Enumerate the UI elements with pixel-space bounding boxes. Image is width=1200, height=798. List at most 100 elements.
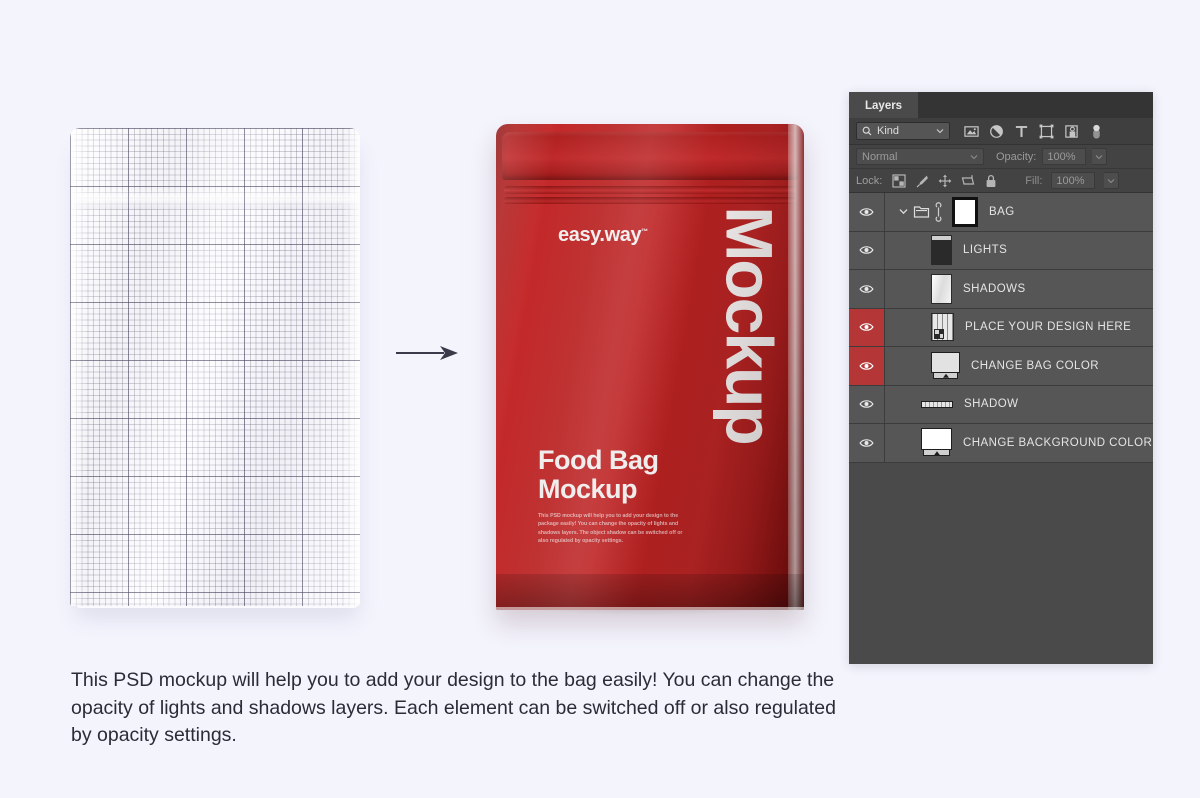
chevron-down-icon [1108,178,1115,183]
eye-icon [859,400,874,409]
bag-body: easy.way™ Mockup Food Bag Mockup This PS… [496,124,804,610]
layer-visibility-toggle[interactable] [849,193,885,231]
table-row[interactable]: SHADOW [849,385,1153,424]
layer-thumbnail-cell [885,196,978,227]
bag-logo-trademark: ™ [641,228,649,236]
filter-kind-label: Kind [877,125,900,137]
pixel-layer-filter-icon[interactable] [964,124,979,139]
template-bag-left-edge [70,128,86,606]
table-row[interactable]: SHADOWS [849,270,1153,309]
adjustment-layer-filter-icon[interactable] [989,124,1004,139]
tab-layers[interactable]: Layers [849,92,919,118]
shadows-thumbnail[interactable] [931,273,952,304]
eye-icon [859,438,874,447]
layer-thumbnail-cell [885,273,952,304]
opacity-stepper[interactable] [1092,148,1108,165]
layer-thumbnail-cell [885,400,953,408]
lock-image-pixels-icon[interactable] [915,174,929,188]
group-expand-chevron[interactable] [897,208,909,215]
template-bag-surface [70,128,360,606]
chevron-down-icon [936,129,944,134]
layer-name: SHADOW [964,398,1019,411]
panel-tab-empty-area [918,92,1153,118]
bag-zipper-upper [504,186,796,194]
folder-icon [913,206,930,218]
fill-stepper[interactable] [1104,172,1120,189]
type-layer-filter-icon[interactable] [1014,124,1029,139]
lock-transparent-pixels-icon[interactable] [892,173,906,188]
layer-name: CHANGE BAG COLOR [971,359,1099,372]
blend-mode-value: Normal [862,150,898,163]
smart-object-grid-thumbnail[interactable] [931,313,954,342]
layer-visibility-toggle[interactable] [849,270,885,308]
layer-thumbnail-cell [885,313,954,342]
smart-object-filter-icon[interactable] [1064,124,1079,139]
bag-zipper-lower [504,197,796,204]
table-row[interactable]: CHANGE BAG COLOR [849,347,1153,386]
opacity-input[interactable]: 100% [1042,148,1087,165]
eye-icon [859,284,874,293]
layer-mask-thumbnail[interactable] [952,196,978,227]
filter-kind-select[interactable]: Kind [856,122,950,140]
chevron-down-icon [970,154,978,159]
shape-layer-filter-icon[interactable] [1039,124,1054,139]
bag-logo: easy.way™ [558,224,648,247]
lock-label: Lock: [856,174,883,187]
eye-icon [859,361,874,370]
table-row[interactable]: PLACE YOUR DESIGN HERE [849,308,1153,347]
transform-arrow [396,345,458,361]
layer-visibility-toggle[interactable] [849,308,885,346]
grid-template-bag [70,128,360,608]
chevron-down-icon [1095,154,1103,159]
template-bag-gloss [70,128,360,606]
bag-bottom-seal [496,574,804,610]
lock-all-icon[interactable] [984,174,998,188]
layer-name: SHADOWS [963,282,1026,295]
shadow-strip-thumbnail[interactable] [921,400,953,408]
solid-color-thumbnail[interactable] [931,351,960,380]
layer-visibility-toggle[interactable] [849,231,885,269]
layer-visibility-toggle[interactable] [849,347,885,385]
layers-panel: Layers Kind Normal Opacity: 100% Lock: F… [849,92,1153,664]
bag-headline: Food Bag Mockup [538,445,659,505]
lock-row: Lock: Fill: 100% [849,169,1153,193]
background-color-thumbnail[interactable] [921,428,952,457]
table-row[interactable]: BAG [849,193,1153,232]
template-bag-seam [70,188,360,210]
layer-thumbnail-cell [885,428,952,457]
layer-visibility-toggle[interactable] [849,385,885,423]
caption-text: This PSD mockup will help you to add you… [71,669,836,747]
table-row[interactable]: CHANGE BACKGROUND COLOR [849,424,1153,463]
link-icon[interactable] [934,201,943,222]
filter-type-icons [964,124,1104,139]
blend-mode-select[interactable]: Normal [856,148,984,165]
fill-input[interactable]: 100% [1051,172,1096,189]
chevron-down-icon [899,209,907,215]
bag-logo-text: easy.way [558,224,642,246]
blend-mode-row: Normal Opacity: 100% [849,145,1153,169]
lock-position-icon[interactable] [938,174,952,188]
layer-name: LIGHTS [963,244,1008,257]
eye-icon [859,323,874,332]
table-row[interactable]: LIGHTS [849,231,1153,270]
red-food-bag-mockup: easy.way™ Mockup Food Bag Mockup This PS… [496,124,804,616]
fill-label: Fill: [1025,174,1043,187]
layer-name: CHANGE BACKGROUND COLOR [963,436,1153,449]
bag-right-gusset [788,124,804,610]
layer-filter-row: Kind [849,118,1153,145]
lights-thumbnail[interactable] [931,235,952,266]
layer-list: BAG LIGHTS SHADOWS PLACE YOUR DESIGN HER… [849,193,1153,656]
filter-toggle-switch[interactable] [1089,124,1104,139]
opacity-value: 100% [1047,150,1076,163]
layer-name: BAG [989,205,1015,218]
fill-value: 100% [1056,174,1085,187]
layer-visibility-toggle[interactable] [849,424,885,462]
arrow-right-icon [396,346,458,360]
bag-top-fold [502,132,798,180]
layer-thumbnail-cell [885,351,960,380]
layer-list-empty-area [849,462,1153,656]
layer-thumbnail-cell [885,235,952,266]
lock-nesting-icon[interactable] [961,174,975,188]
bag-vertical-word: Mockup [712,206,787,444]
eye-icon [859,207,874,216]
